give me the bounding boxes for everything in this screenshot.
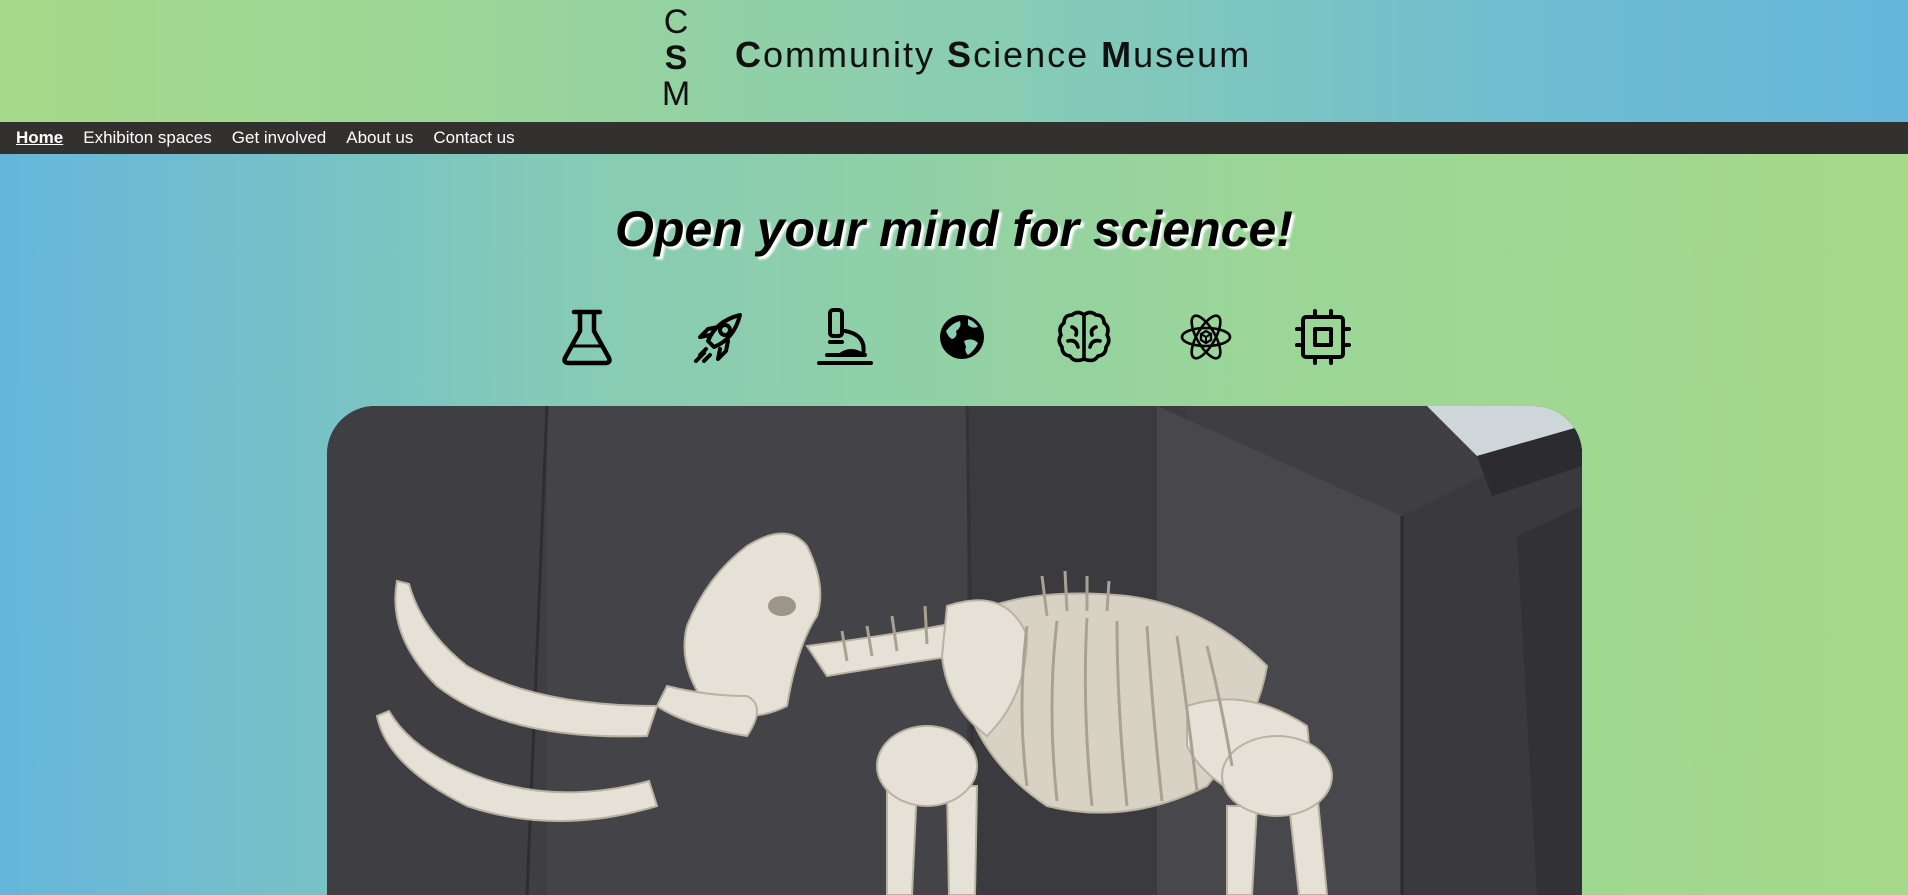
nav-exhibition-spaces[interactable]: Exhibiton spaces xyxy=(83,128,212,148)
science-icons-row xyxy=(0,307,1908,367)
flask-icon xyxy=(557,307,617,367)
site-logo[interactable]: C S M xyxy=(660,4,692,112)
hero-title: Open your mind for science! xyxy=(615,201,1293,257)
logo-letter-c: C xyxy=(663,3,689,41)
title-initial-m: M xyxy=(1101,34,1134,75)
rocket-icon xyxy=(688,307,748,367)
title-word-science: cience xyxy=(973,34,1102,75)
globe-icon xyxy=(932,307,992,367)
brain-icon xyxy=(1054,307,1114,367)
title-word-community: ommunity xyxy=(763,34,948,75)
mammoth-skeleton-illustration xyxy=(327,406,1582,895)
nav-contact-us[interactable]: Contact us xyxy=(433,128,514,148)
title-initial-c: C xyxy=(735,34,763,75)
microscope-icon xyxy=(815,307,875,367)
mammoth-skeleton-image xyxy=(327,406,1582,895)
title-initial-s: S xyxy=(947,34,974,75)
logo-letter-s: S xyxy=(664,39,688,77)
site-title: Community Science Museum xyxy=(735,34,1251,76)
nav-about-us[interactable]: About us xyxy=(346,128,413,148)
logo-letter-m: M xyxy=(661,75,691,113)
atom-icon xyxy=(1176,307,1236,367)
title-word-museum: useum xyxy=(1133,34,1252,75)
nav-home[interactable]: Home xyxy=(16,128,63,148)
site-header: C S M Community Science Museum xyxy=(0,0,1908,122)
main-nav: Home Exhibiton spaces Get involved About… xyxy=(0,122,1908,154)
nav-get-involved[interactable]: Get involved xyxy=(232,128,327,148)
chip-icon xyxy=(1293,307,1353,367)
